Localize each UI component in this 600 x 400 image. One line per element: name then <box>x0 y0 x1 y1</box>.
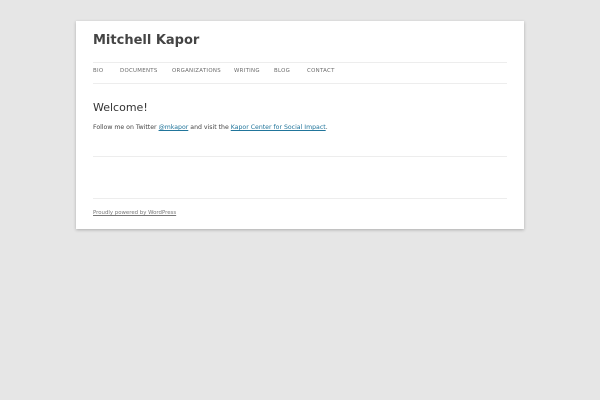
entry-text-before: Follow me on Twitter <box>93 124 159 131</box>
nav-item-bio[interactable]: BIO <box>93 68 103 74</box>
entry-text-middle: and visit the <box>188 124 231 131</box>
content-divider <box>93 156 507 157</box>
nav-item-organizations[interactable]: ORGANIZATIONS <box>172 68 221 74</box>
entry-title: Welcome! <box>93 101 148 114</box>
nav-item-contact[interactable]: CONTACT <box>307 68 335 74</box>
nav-item-documents[interactable]: DOCUMENTS <box>120 68 158 74</box>
entry-text-after: . <box>325 124 328 131</box>
site-title[interactable]: Mitchell Kapor <box>93 33 199 48</box>
wordpress-credit-link[interactable]: Proudly powered by WordPress <box>93 210 176 216</box>
nav-item-writing[interactable]: WRITING <box>234 68 260 74</box>
entry-content: Follow me on Twitter @mkapor and visit t… <box>93 124 328 131</box>
main-navigation: BIO DOCUMENTS ORGANIZATIONS WRITING BLOG… <box>93 62 507 84</box>
footer-divider <box>93 198 507 199</box>
kapor-center-link[interactable]: Kapor Center for Social Impact <box>231 124 326 131</box>
page-container: Mitchell Kapor BIO DOCUMENTS ORGANIZATIO… <box>76 21 524 229</box>
nav-item-blog[interactable]: BLOG <box>274 68 290 74</box>
twitter-link[interactable]: @mkapor <box>159 124 189 131</box>
